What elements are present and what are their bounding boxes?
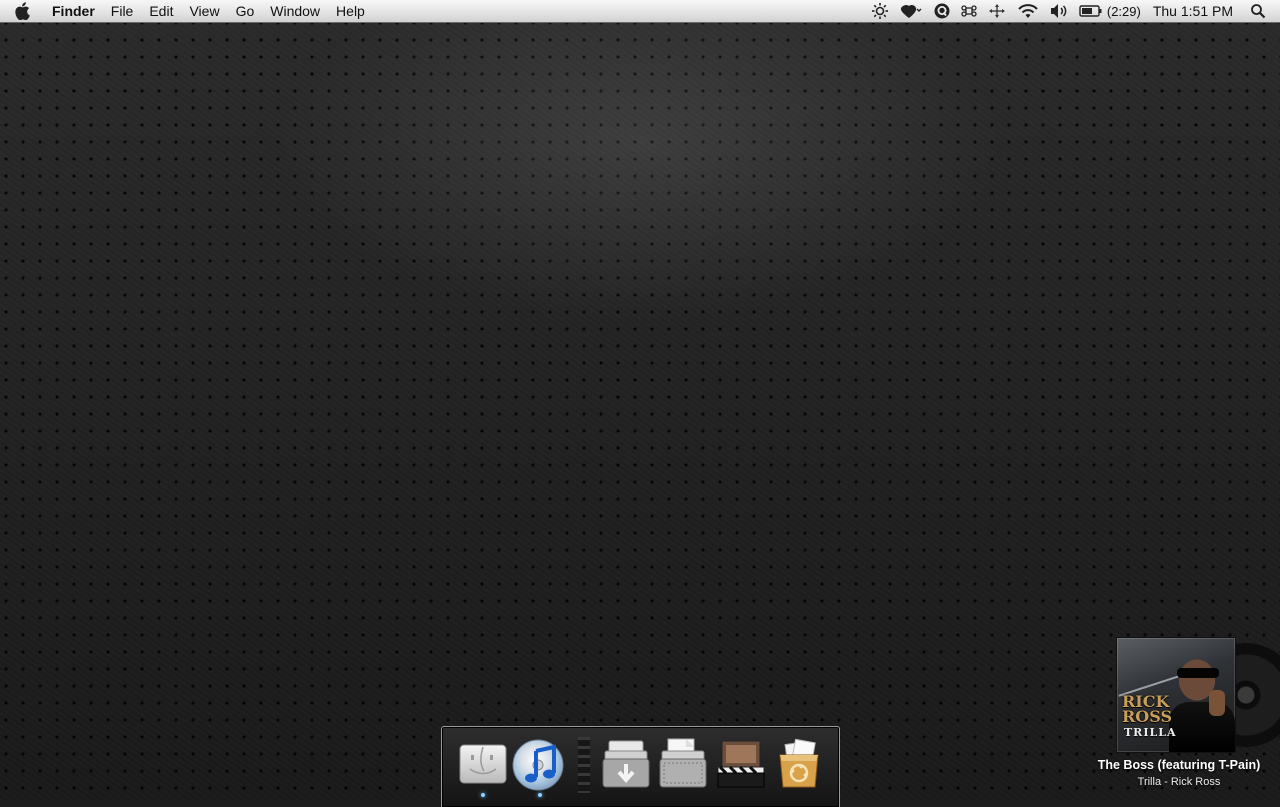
track-album-artist: Trilla - Rick Ross bbox=[1137, 776, 1221, 788]
battery-icon[interactable]: (2:29) bbox=[1074, 0, 1141, 22]
network-activity-icon[interactable] bbox=[982, 0, 1012, 22]
menu-view[interactable]: View bbox=[181, 0, 227, 22]
quicksilver-icon[interactable] bbox=[928, 0, 956, 22]
dock-separator bbox=[578, 737, 590, 793]
itunes-running-indicator bbox=[538, 793, 542, 797]
downloads-stack-icon[interactable] bbox=[599, 737, 653, 793]
apple-menu-icon[interactable] bbox=[0, 0, 44, 22]
track-title: The Boss (featuring T-Pain) bbox=[1097, 758, 1261, 772]
menu-edit[interactable]: Edit bbox=[141, 0, 181, 22]
growl-icon[interactable] bbox=[894, 0, 928, 22]
menu-help[interactable]: Help bbox=[328, 0, 373, 22]
desktop-wallpaper bbox=[0, 0, 1280, 800]
album-artwork[interactable]: RICK ROSS TRILLA bbox=[1116, 637, 1280, 753]
movies-stack-icon[interactable] bbox=[714, 737, 768, 793]
battery-time: (2:29) bbox=[1106, 3, 1141, 19]
dock bbox=[441, 726, 840, 807]
menu-go[interactable]: Go bbox=[228, 0, 263, 22]
finder-running-indicator bbox=[481, 793, 485, 797]
menu-window[interactable]: Window bbox=[262, 0, 328, 22]
wifi-icon[interactable] bbox=[1012, 0, 1044, 22]
trash-icon[interactable] bbox=[772, 737, 826, 793]
cover-album-text: TRILLA bbox=[1124, 726, 1177, 739]
menu-bar: Finder File Edit View Go Window Help (2:… bbox=[0, 0, 1280, 23]
now-playing-widget[interactable]: RICK ROSS TRILLA The Boss (featuring T-P… bbox=[1090, 636, 1280, 796]
menu-file[interactable]: File bbox=[103, 0, 142, 22]
volume-icon[interactable] bbox=[1044, 0, 1074, 22]
documents-stack-icon[interactable] bbox=[656, 737, 710, 793]
menu-finder[interactable]: Finder bbox=[44, 0, 103, 22]
itunes-icon[interactable] bbox=[512, 737, 566, 793]
spotlight-icon[interactable] bbox=[1245, 0, 1280, 22]
brightness-icon[interactable] bbox=[866, 0, 894, 22]
command-icon[interactable] bbox=[956, 0, 982, 22]
finder-icon[interactable] bbox=[456, 737, 510, 793]
album-cover: RICK ROSS TRILLA bbox=[1116, 637, 1236, 753]
menubar-clock[interactable]: Thu 1:51 PM bbox=[1141, 3, 1245, 19]
cover-artist-text: RICK ROSS bbox=[1122, 692, 1172, 726]
